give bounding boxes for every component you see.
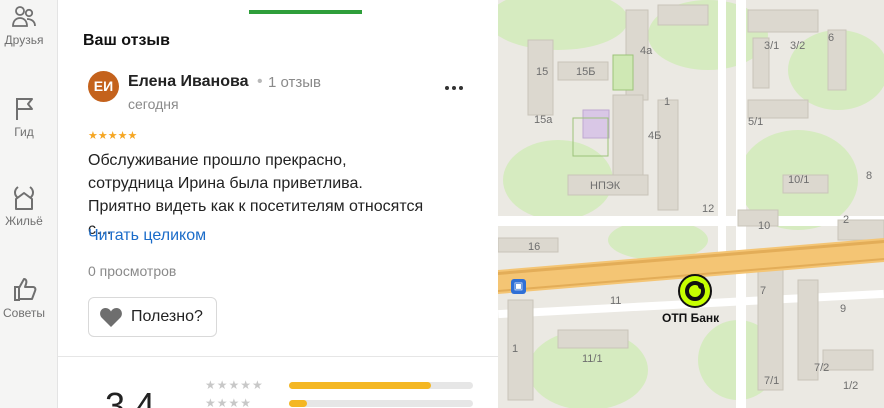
avatar[interactable]: ЕИ	[88, 71, 119, 102]
map-building-number: 3/1	[764, 40, 780, 52]
map-building-number: 10	[758, 220, 771, 232]
sidebar-item-label: Советы	[3, 306, 45, 320]
more-options-button[interactable]	[440, 78, 468, 98]
map-building-number: 9	[840, 303, 847, 315]
map-building-number: 5/1	[748, 116, 764, 128]
housing-icon	[14, 186, 34, 210]
average-rating: 3,4	[105, 385, 156, 408]
author-separator: •	[257, 73, 263, 90]
dot-icon	[459, 86, 463, 90]
rating-row: ★★★★	[205, 396, 285, 408]
divider	[58, 356, 498, 357]
map-building-number: 11/1	[582, 353, 603, 365]
map-building-number: 11	[610, 295, 622, 307]
rating-bar	[289, 382, 473, 389]
bank-pin-icon[interactable]	[678, 274, 712, 308]
map-building-number: 8	[866, 170, 873, 182]
map-building-number: 3/2	[790, 40, 806, 52]
sidebar-item-housing[interactable]: Жильё	[0, 183, 54, 228]
heart-icon	[100, 308, 122, 327]
map-building-number: 12	[702, 203, 715, 215]
sidebar-item-friends[interactable]: Друзья	[0, 2, 54, 47]
bank-label[interactable]: ОТП Банк	[662, 311, 719, 325]
map-building-number: 15Б	[576, 66, 596, 78]
rating-row: ★★★★★	[205, 378, 285, 392]
map-building-number: 7/1	[764, 375, 780, 387]
rating-bar	[289, 400, 473, 407]
map-building-number: 1/2	[843, 380, 859, 392]
map-building-number: 10/1	[788, 174, 810, 186]
rating-row-stars: ★★★★★	[205, 378, 264, 392]
map-building-number: 7	[760, 285, 767, 297]
review-date: сегодня	[128, 96, 179, 112]
map-building-number: 1	[512, 343, 519, 355]
read-more-link[interactable]: Читать целиком	[88, 227, 206, 245]
rating-bar-fill	[289, 382, 431, 389]
dot-icon	[445, 86, 449, 90]
sidebar-item-tips[interactable]: Советы	[0, 275, 54, 320]
sidebar-item-label: Друзья	[4, 33, 44, 47]
map-building-number: 1	[664, 96, 671, 108]
helpful-label: Полезно?	[131, 308, 203, 325]
map[interactable]: 15 15Б 15а 4а 4Б 1 3/1 3/2 6 5/1 10/1 НП…	[498, 0, 884, 408]
map-building-number: НПЭК	[590, 180, 621, 192]
map-building-number: 16	[528, 241, 541, 253]
rating-bar-fill	[289, 400, 308, 407]
map-canvas[interactable]	[498, 0, 884, 408]
sidebar-item-guide[interactable]: Гид	[0, 94, 54, 139]
sidebar-item-label: Жильё	[5, 214, 43, 228]
friends-icon	[12, 6, 36, 27]
map-building-number: 15а	[534, 114, 553, 126]
map-building-number: 7/2	[814, 362, 830, 374]
map-building-number: 2	[843, 214, 850, 226]
helpful-button[interactable]: Полезно?	[88, 297, 217, 337]
dot-icon	[452, 86, 456, 90]
author-review-count: 1 отзыв	[268, 74, 322, 91]
bus-stop-icon[interactable]: ▣	[511, 279, 526, 294]
map-building-number: 4а	[640, 45, 653, 57]
active-tab-indicator	[249, 10, 362, 14]
author-name[interactable]: Елена Иванова	[128, 73, 249, 91]
otp-logo-icon	[685, 281, 705, 301]
flag-icon	[16, 98, 33, 120]
sidebar-item-label: Гид	[14, 125, 34, 139]
section-title: Ваш отзыв	[83, 32, 170, 49]
review-stars: ★★★★★	[88, 130, 138, 142]
thumbs-up-icon	[14, 278, 37, 301]
views-count: 0 просмотров	[88, 263, 177, 279]
rating-row-stars: ★★★★	[205, 396, 253, 408]
map-building-number: 4Б	[648, 130, 662, 142]
map-building-number: 6	[828, 32, 835, 44]
map-building-number: 15	[536, 66, 549, 78]
